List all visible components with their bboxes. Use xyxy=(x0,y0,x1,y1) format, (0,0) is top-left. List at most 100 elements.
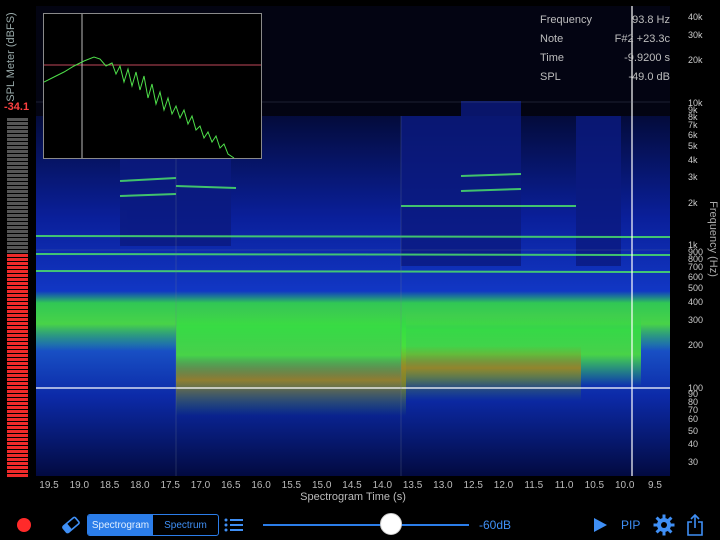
meter-segment xyxy=(7,438,28,441)
frequency-tick-label: 7k xyxy=(688,120,698,131)
frequency-tick-label: 70 xyxy=(688,404,699,415)
cursor-readout: Frequency 93.8 Hz Note F#2 +23.3c Time -… xyxy=(540,14,670,90)
time-axis: 19.5 19.0 18.5 18.0 17.5 17.0 16.5 16.0 15.5 15.0… xyxy=(36,478,670,492)
time-tick-label: 14.5 xyxy=(342,480,362,491)
frequency-tick-label: 3k xyxy=(688,172,698,183)
spl-meter-bar xyxy=(7,118,28,477)
frequency-axis-title: Frequency (Hz) xyxy=(707,201,719,277)
frequency-tick-label: 30k xyxy=(688,30,703,41)
time-tick-label: 10.0 xyxy=(614,480,635,491)
readout-note-row: Note F#2 +23.3c xyxy=(540,33,670,52)
meter-segment xyxy=(7,182,28,185)
meter-segment xyxy=(7,254,28,257)
play-icon[interactable] xyxy=(592,517,608,533)
readout-frequency-row: Frequency 93.8 Hz xyxy=(540,14,670,33)
meter-segment xyxy=(7,410,28,413)
time-tick-label: 19.0 xyxy=(69,480,90,491)
meter-segment xyxy=(7,446,28,449)
meter-segment xyxy=(7,458,28,461)
meter-segment xyxy=(7,386,28,389)
readout-frequency-label: Frequency xyxy=(540,14,592,26)
threshold-slider-track[interactable] xyxy=(263,524,469,526)
meter-segment xyxy=(7,274,28,277)
meter-segment xyxy=(7,338,28,341)
pip-button[interactable]: PIP xyxy=(621,518,640,532)
meter-segment xyxy=(7,322,28,325)
meter-segment xyxy=(7,422,28,425)
list-icon[interactable] xyxy=(224,517,244,533)
meter-segment xyxy=(7,454,28,457)
mode-spectrum-button[interactable]: Spectrum xyxy=(153,515,218,535)
meter-segment xyxy=(7,162,28,165)
meter-segment xyxy=(7,318,28,321)
meter-segment xyxy=(7,278,28,281)
meter-segment xyxy=(7,286,28,289)
frequency-tick-label: 30 xyxy=(688,457,699,468)
eraser-icon[interactable] xyxy=(60,514,82,536)
meter-segment xyxy=(7,474,28,477)
time-tick-label: 15.0 xyxy=(311,480,332,491)
readout-note-label: Note xyxy=(540,33,564,45)
time-tick-label: 19.5 xyxy=(39,480,59,491)
meter-segment xyxy=(7,314,28,317)
meter-segment xyxy=(7,306,28,309)
gear-icon[interactable] xyxy=(653,514,675,536)
threshold-slider-knob[interactable] xyxy=(379,513,402,535)
meter-segment xyxy=(7,174,28,177)
time-tick-label: 17.0 xyxy=(190,480,211,491)
frequency-tick-label: 40k xyxy=(688,12,703,23)
meter-segment xyxy=(7,258,28,261)
meter-segment xyxy=(7,194,28,197)
meter-segment xyxy=(7,250,28,253)
meter-segment xyxy=(7,266,28,269)
spectrum-inset xyxy=(43,13,262,159)
frequency-tick-label: 400 xyxy=(688,297,704,308)
meter-segment xyxy=(7,294,28,297)
time-tick-label: 18.5 xyxy=(99,480,120,491)
meter-segment xyxy=(7,330,28,333)
meter-segment xyxy=(7,142,28,145)
meter-segment xyxy=(7,122,28,125)
meter-segment xyxy=(7,198,28,201)
readout-frequency-value: 93.8 Hz xyxy=(632,14,670,26)
meter-segment xyxy=(7,326,28,329)
time-tick-label: 16.5 xyxy=(221,480,241,491)
meter-segment xyxy=(7,134,28,137)
readout-time-row: Time -9.9200 s xyxy=(540,52,670,71)
readout-spl-row: SPL -49.0 dB xyxy=(540,71,670,90)
time-tick-label: 12.5 xyxy=(463,480,483,491)
meter-segment xyxy=(7,470,28,473)
meter-segment xyxy=(7,230,28,233)
meter-segment xyxy=(7,374,28,377)
readout-spl-value: -49.0 dB xyxy=(628,71,670,83)
meter-segment xyxy=(7,186,28,189)
time-tick-label: 12.0 xyxy=(493,480,514,491)
mode-spectrogram-button[interactable]: Spectrogram xyxy=(88,515,153,535)
view-mode-toggle: Spectrogram Spectrum xyxy=(87,514,219,536)
meter-segment xyxy=(7,334,28,337)
meter-segment xyxy=(7,310,28,313)
time-tick-label: 10.5 xyxy=(584,480,605,491)
meter-segment xyxy=(7,150,28,153)
share-icon[interactable] xyxy=(686,514,704,536)
time-tick-label: 16.0 xyxy=(251,480,271,491)
meter-segment xyxy=(7,426,28,429)
frequency-tick-label: 300 xyxy=(688,314,704,325)
threshold-label: -60dB xyxy=(479,518,512,532)
record-icon[interactable] xyxy=(17,518,31,532)
readout-time-value: -9.9200 s xyxy=(624,52,670,64)
meter-segment xyxy=(7,382,28,385)
frequency-tick-label: 500 xyxy=(688,283,704,294)
meter-segment xyxy=(7,370,28,373)
frequency-tick-label: 20k xyxy=(688,55,703,66)
time-tick-label: 13.5 xyxy=(402,480,423,491)
meter-segment xyxy=(7,450,28,453)
meter-segment xyxy=(7,214,28,217)
frequency-tick-label: 50 xyxy=(688,425,699,436)
meter-segment xyxy=(7,430,28,433)
meter-segment xyxy=(7,462,28,465)
meter-segment xyxy=(7,210,28,213)
meter-segment xyxy=(7,302,28,305)
meter-segment xyxy=(7,206,28,209)
frequency-tick-label: 60 xyxy=(688,414,699,425)
